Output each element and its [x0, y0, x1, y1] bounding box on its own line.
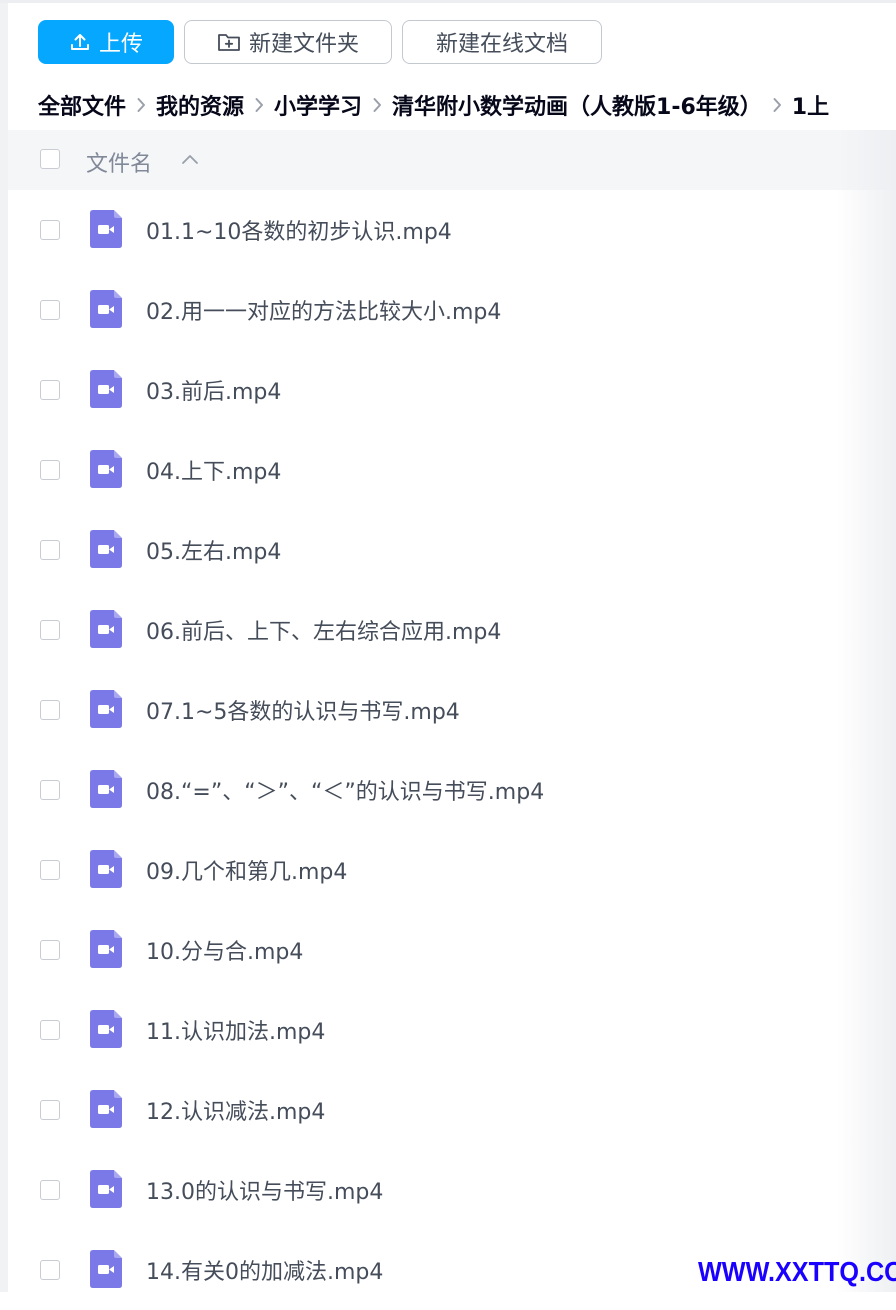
breadcrumb-item-math-animation[interactable]: 清华附小数学动画（人教版1-6年级）: [392, 89, 762, 121]
file-row[interactable]: 05.左右.mp4: [8, 510, 896, 590]
file-list: 01.1~10各数的初步认识.mp4 02.用一一对应的方法比较大小.mp4 03.…: [8, 190, 896, 1310]
file-name[interactable]: 12.认识减法.mp4: [146, 1094, 325, 1126]
video-file-icon: [90, 530, 122, 568]
file-row[interactable]: 03.前后.mp4: [8, 350, 896, 430]
left-panel-edge: [0, 0, 8, 1292]
file-checkbox[interactable]: [40, 1020, 60, 1040]
video-file-icon: [90, 850, 122, 888]
file-checkbox[interactable]: [40, 220, 60, 240]
file-name[interactable]: 13.0的认识与书写.mp4: [146, 1174, 383, 1206]
file-name[interactable]: 02.用一一对应的方法比较大小.mp4: [146, 294, 501, 326]
file-name[interactable]: 03.前后.mp4: [146, 374, 281, 406]
upload-button[interactable]: 上传: [38, 20, 174, 64]
chevron-right-icon: [254, 97, 264, 113]
breadcrumb-item-all-files[interactable]: 全部文件: [38, 89, 126, 121]
file-name[interactable]: 06.前后、上下、左右综合应用.mp4: [146, 614, 501, 646]
video-file-icon: [90, 1250, 122, 1288]
file-checkbox[interactable]: [40, 620, 60, 640]
file-checkbox[interactable]: [40, 1100, 60, 1120]
watermark: WWW.XXTTQ.COM: [698, 1256, 896, 1287]
chevron-up-icon[interactable]: [180, 150, 200, 174]
file-name[interactable]: 08.“=”、“＞”、“＜”的认识与书写.mp4: [146, 774, 544, 806]
folder-plus-icon: [217, 31, 241, 53]
file-name[interactable]: 05.左右.mp4: [146, 534, 281, 566]
breadcrumb-item-primary-study[interactable]: 小学学习: [274, 89, 362, 121]
video-file-icon: [90, 290, 122, 328]
file-checkbox[interactable]: [40, 1180, 60, 1200]
breadcrumb-item-my-resources[interactable]: 我的资源: [156, 89, 244, 121]
video-file-icon: [90, 930, 122, 968]
select-all-checkbox[interactable]: [40, 149, 60, 169]
file-name[interactable]: 07.1~5各数的认识与书写.mp4: [146, 694, 460, 726]
file-name[interactable]: 09.几个和第几.mp4: [146, 854, 347, 886]
file-row[interactable]: 10.分与合.mp4: [8, 910, 896, 990]
file-row[interactable]: 08.“=”、“＞”、“＜”的认识与书写.mp4: [8, 750, 896, 830]
video-file-icon: [90, 690, 122, 728]
file-name[interactable]: 04.上下.mp4: [146, 454, 281, 486]
file-row[interactable]: 01.1~10各数的初步认识.mp4: [8, 190, 896, 270]
file-checkbox[interactable]: [40, 1260, 60, 1280]
file-name[interactable]: 11.认识加法.mp4: [146, 1014, 325, 1046]
file-name[interactable]: 01.1~10各数的初步认识.mp4: [146, 214, 452, 246]
file-row[interactable]: 07.1~5各数的认识与书写.mp4: [8, 670, 896, 750]
toolbar: 上传 新建文件夹 新建在线文档: [38, 20, 602, 64]
breadcrumb-item-current: 1上: [791, 95, 830, 120]
video-file-icon: [90, 1010, 122, 1048]
file-checkbox[interactable]: [40, 460, 60, 480]
file-checkbox[interactable]: [40, 700, 60, 720]
new-folder-label: 新建文件夹: [248, 32, 359, 57]
file-row[interactable]: 04.上下.mp4: [8, 430, 896, 510]
video-file-icon: [90, 370, 122, 408]
video-file-icon: [90, 1090, 122, 1128]
upload-label: 上传: [98, 32, 143, 57]
file-row[interactable]: 02.用一一对应的方法比较大小.mp4: [8, 270, 896, 350]
file-checkbox[interactable]: [40, 540, 60, 560]
file-row[interactable]: 11.认识加法.mp4: [8, 990, 896, 1070]
new-online-doc-label: 新建在线文档: [435, 32, 568, 57]
file-checkbox[interactable]: [40, 780, 60, 800]
chevron-right-icon: [136, 97, 146, 113]
file-list-header: 文件名: [8, 130, 896, 190]
file-checkbox[interactable]: [40, 380, 60, 400]
video-file-icon: [90, 770, 122, 808]
file-row[interactable]: 13.0的认识与书写.mp4: [8, 1150, 896, 1230]
video-file-icon: [90, 450, 122, 488]
chevron-right-icon: [372, 97, 382, 113]
file-row[interactable]: 06.前后、上下、左右综合应用.mp4: [8, 590, 896, 670]
top-divider: [0, 0, 896, 3]
file-row[interactable]: 12.认识减法.mp4: [8, 1070, 896, 1150]
new-folder-button[interactable]: 新建文件夹: [184, 20, 392, 64]
breadcrumb: 全部文件 我的资源 小学学习 清华附小数学动画（人教版1-6年级） 1上: [38, 88, 829, 122]
file-checkbox[interactable]: [40, 300, 60, 320]
column-header-filename[interactable]: 文件名: [86, 146, 152, 178]
file-checkbox[interactable]: [40, 940, 60, 960]
file-checkbox[interactable]: [40, 860, 60, 880]
upload-icon: [69, 31, 91, 53]
file-name[interactable]: 10.分与合.mp4: [146, 934, 303, 966]
new-online-doc-button[interactable]: 新建在线文档: [402, 20, 602, 64]
video-file-icon: [90, 610, 122, 648]
video-file-icon: [90, 210, 122, 248]
file-name[interactable]: 14.有关0的加减法.mp4: [146, 1254, 383, 1286]
video-file-icon: [90, 1170, 122, 1208]
chevron-right-icon: [772, 97, 782, 113]
file-row[interactable]: 09.几个和第几.mp4: [8, 830, 896, 910]
